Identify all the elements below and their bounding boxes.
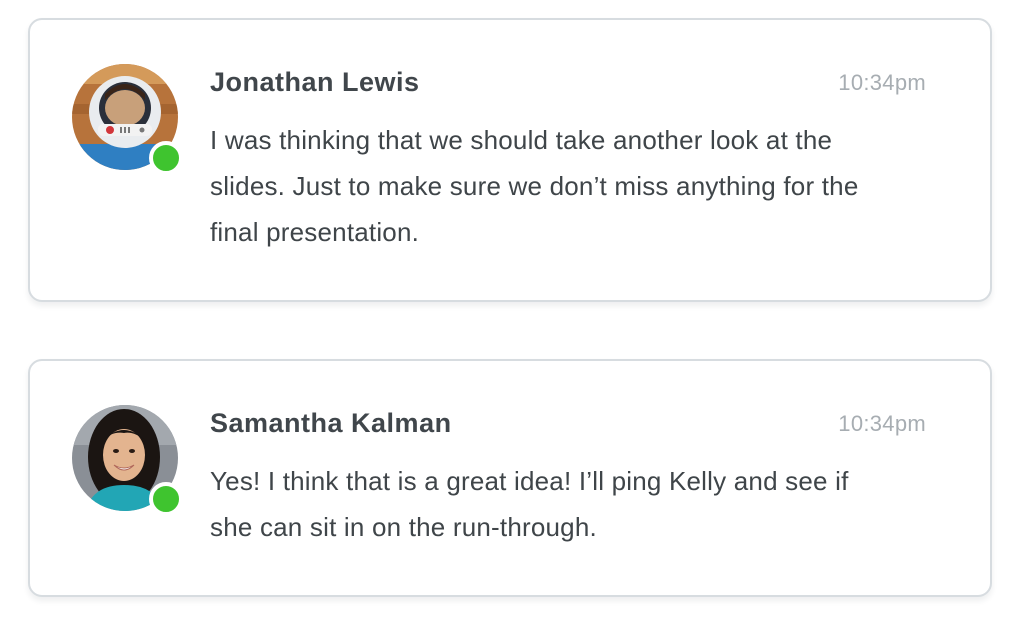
online-status-indicator xyxy=(149,482,183,516)
message-text: Yes! I think that is a great idea! I’ll … xyxy=(210,466,849,542)
message-timestamp: 10:34pm xyxy=(838,70,926,95)
message-card[interactable]: Jonathan Lewis 10:34pm I was thinking th… xyxy=(28,18,992,302)
online-status-indicator xyxy=(149,141,183,175)
avatar[interactable] xyxy=(72,64,183,175)
sender-name[interactable]: Samantha Kalman xyxy=(210,408,452,439)
message-text: I was thinking that we should take anoth… xyxy=(210,125,859,247)
message-card[interactable]: Samantha Kalman 10:34pm Yes! I think tha… xyxy=(28,359,992,597)
avatar[interactable] xyxy=(72,405,183,516)
sender-name[interactable]: Jonathan Lewis xyxy=(210,67,420,98)
message-timestamp: 10:34pm xyxy=(838,411,926,436)
